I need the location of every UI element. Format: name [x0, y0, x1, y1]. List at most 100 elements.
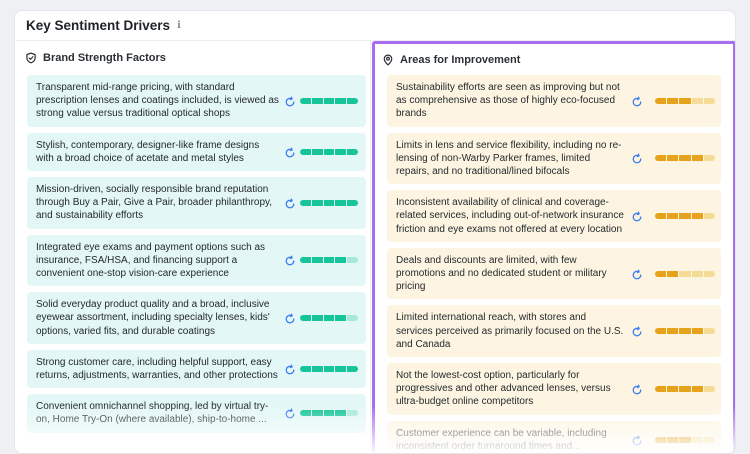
meter-segment	[347, 410, 358, 417]
strengths-item[interactable]: Solid everyday product quality and a bro…	[27, 292, 366, 344]
meter-segment	[667, 436, 679, 443]
shield-check-icon	[26, 52, 36, 64]
meter-segment	[691, 385, 703, 392]
refresh-icon[interactable]	[631, 95, 643, 107]
strengths-item-text: Stylish, contemporary, designer-like fra…	[36, 139, 260, 164]
strengths-item-text: Solid everyday product quality and a bro…	[36, 299, 270, 337]
meter-segment	[703, 97, 715, 104]
brand-strength-list: Transparent mid-range pricing, with stan…	[15, 75, 370, 433]
improvements-item[interactable]: Limits in lens and service flexibility, …	[387, 132, 721, 185]
meter-segment	[679, 97, 691, 104]
meter-segment	[703, 213, 715, 220]
meter-segment	[655, 328, 667, 335]
meter-segment	[323, 315, 335, 322]
meter-segment	[311, 148, 323, 155]
refresh-icon[interactable]	[284, 146, 296, 158]
card-title: Key Sentiment Drivers	[26, 18, 171, 33]
sentiment-meter	[655, 155, 715, 162]
meter-segment	[335, 257, 347, 264]
meter-segment	[300, 366, 311, 373]
improvements-item[interactable]: Sustainability efforts are seen as impro…	[387, 75, 721, 127]
meter-segment	[347, 315, 358, 322]
strengths-item-text: Transparent mid-range pricing, with stan…	[36, 82, 279, 120]
refresh-icon[interactable]	[284, 254, 296, 266]
refresh-icon[interactable]	[631, 383, 643, 395]
refresh-icon[interactable]	[631, 210, 643, 222]
strengths-item[interactable]: Integrated eye exams and payment options…	[27, 234, 366, 287]
improvements-item[interactable]: Limited international reach, with stores…	[387, 305, 721, 358]
strengths-item-text: Convenient omnichannel shopping, led by …	[36, 401, 269, 426]
improvements-item-text: Inconsistent availability of clinical an…	[396, 197, 624, 235]
sentiment-meter	[655, 270, 715, 277]
improvements-item-text: Sustainability efforts are seen as impro…	[396, 82, 620, 120]
refresh-icon[interactable]	[631, 268, 643, 280]
meter-segment	[679, 213, 691, 220]
refresh-icon[interactable]	[284, 197, 296, 209]
meter-segment	[323, 410, 335, 417]
meter-segment	[655, 385, 667, 392]
improvements-item[interactable]: Inconsistent availability of clinical an…	[387, 190, 721, 242]
meter-segment	[323, 97, 335, 104]
meter-segment	[655, 436, 667, 443]
meter-segment	[691, 270, 703, 277]
improvements-item-text: Limits in lens and service flexibility, …	[396, 139, 622, 178]
meter-segment	[691, 436, 703, 443]
meter-segment	[655, 97, 667, 104]
brand-strength-header: Brand Strength Factors	[15, 41, 370, 75]
refresh-icon[interactable]	[284, 407, 296, 419]
meter-segment	[691, 97, 703, 104]
meter-segment	[667, 97, 679, 104]
meter-segment	[300, 315, 311, 322]
map-pin-icon	[383, 54, 393, 65]
meter-segment	[311, 366, 323, 373]
meter-segment	[311, 315, 323, 322]
meter-segment	[703, 155, 715, 162]
meter-segment	[347, 199, 358, 206]
meter-segment	[300, 199, 311, 206]
improvements-item-text: Deals and discounts are limited, with fe…	[396, 254, 607, 293]
meter-segment	[335, 148, 347, 155]
strengths-item[interactable]: Strong customer care, including helpful …	[27, 349, 366, 389]
strengths-item-text: Integrated eye exams and payment options…	[36, 241, 266, 280]
meter-segment	[691, 328, 703, 335]
meter-segment	[679, 385, 691, 392]
key-sentiment-drivers-card: Key Sentiment Drivers ℹ Brand Strength F…	[14, 10, 736, 454]
meter-segment	[335, 97, 347, 104]
sentiment-meter	[300, 315, 358, 322]
improvements-item[interactable]: Deals and discounts are limited, with fe…	[387, 247, 721, 300]
refresh-icon[interactable]	[631, 325, 643, 337]
refresh-icon[interactable]	[284, 95, 296, 107]
meter-segment	[691, 155, 703, 162]
refresh-icon[interactable]	[284, 363, 296, 375]
areas-improvement-column: Areas for Improvement Sustainability eff…	[372, 41, 735, 453]
improvements-item[interactable]: Customer experience can be variable, inc…	[387, 420, 721, 453]
meter-segment	[300, 97, 311, 104]
meter-segment	[323, 366, 335, 373]
meter-segment	[323, 148, 335, 155]
strengths-item[interactable]: Mission-driven, socially responsible bra…	[27, 177, 366, 229]
improvements-item-text: Not the lowest-cost option, particularly…	[396, 370, 611, 408]
meter-segment	[703, 385, 715, 392]
info-icon[interactable]: ℹ	[177, 20, 181, 31]
meter-segment	[679, 270, 691, 277]
meter-segment	[335, 315, 347, 322]
improvements-item-text: Customer experience can be variable, inc…	[396, 427, 607, 452]
strengths-item[interactable]: Transparent mid-range pricing, with stan…	[27, 75, 366, 127]
meter-segment	[300, 257, 311, 264]
sentiment-meter	[655, 97, 715, 104]
refresh-icon[interactable]	[284, 312, 296, 324]
meter-segment	[679, 436, 691, 443]
refresh-icon[interactable]	[631, 434, 643, 446]
meter-segment	[703, 270, 715, 277]
meter-segment	[347, 366, 358, 373]
refresh-icon[interactable]	[631, 152, 643, 164]
sentiment-meter	[655, 328, 715, 335]
meter-segment	[667, 385, 679, 392]
strengths-item[interactable]: Stylish, contemporary, designer-like fra…	[27, 132, 366, 172]
meter-segment	[335, 410, 347, 417]
strengths-item[interactable]: Convenient omnichannel shopping, led by …	[27, 394, 366, 433]
improvements-item[interactable]: Not the lowest-cost option, particularly…	[387, 363, 721, 415]
strengths-item-text: Mission-driven, socially responsible bra…	[36, 184, 273, 222]
meter-segment	[655, 270, 667, 277]
meter-segment	[703, 328, 715, 335]
